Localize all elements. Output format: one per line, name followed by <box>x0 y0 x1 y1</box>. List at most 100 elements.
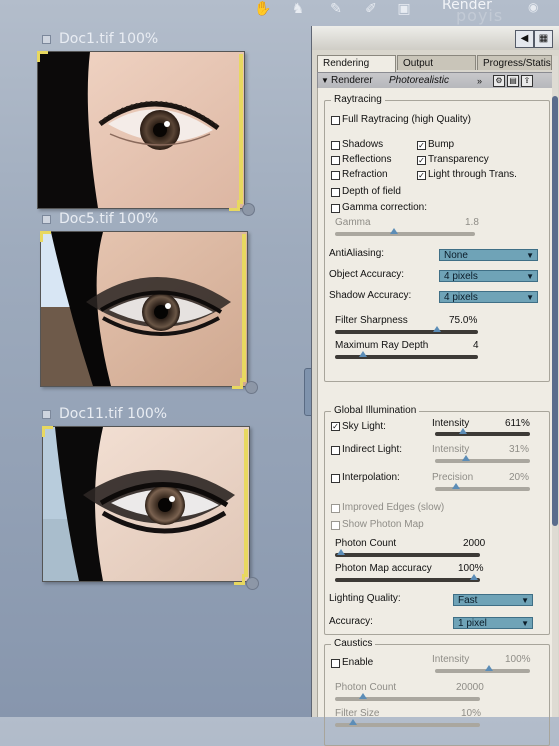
selection-edge <box>239 54 243 204</box>
max-ray-depth-value: 4 <box>473 340 479 351</box>
eye-icon[interactable]: ◉ <box>528 0 538 14</box>
collapse-triangle-icon[interactable]: ▼ <box>321 73 329 89</box>
document-image-11[interactable] <box>42 426 250 582</box>
resize-handle[interactable] <box>246 577 259 590</box>
accuracy-dropdown[interactable]: 1 pixel ▼ <box>453 617 533 629</box>
rendering-settings-body: Raytracing Full Raytracing (high Quality… <box>317 88 554 746</box>
pencil-icon[interactable]: ✐ <box>360 0 382 16</box>
tab-rendering[interactable]: Rendering <box>317 55 396 72</box>
document-image-5[interactable] <box>40 231 248 387</box>
indirect-light-checkbox[interactable] <box>331 446 340 455</box>
slider-knob[interactable] <box>462 455 470 461</box>
improved-edges-checkbox[interactable] <box>331 504 340 513</box>
caustics-intensity-slider[interactable] <box>435 665 530 673</box>
gamma-label: Gamma <box>335 217 371 228</box>
transparency-label: Transparency <box>428 154 489 165</box>
transparency-checkbox[interactable]: ✓ <box>417 156 426 165</box>
slider-knob[interactable] <box>359 693 367 699</box>
bump-checkbox[interactable]: ✓ <box>417 141 426 150</box>
interpolation-checkbox[interactable] <box>331 474 340 483</box>
settings-icon[interactable]: ⚙ <box>493 75 505 87</box>
document-image-1[interactable] <box>37 51 245 209</box>
slider-knob[interactable] <box>390 228 398 234</box>
lighting-quality-dropdown[interactable]: Fast ▼ <box>453 594 533 606</box>
depth-of-field-label: Depth of field <box>342 186 401 197</box>
refraction-checkbox[interactable] <box>331 171 340 180</box>
brush-icon[interactable]: ✎ <box>325 0 347 16</box>
full-raytracing-checkbox[interactable] <box>331 116 340 125</box>
dock-icon[interactable]: ◀ <box>515 30 534 48</box>
hand-icon[interactable]: ✋ <box>252 0 274 16</box>
bump-label: Bump <box>428 139 455 150</box>
shadows-checkbox[interactable] <box>331 141 340 150</box>
document-title[interactable]: Doc5.tif 100% <box>42 211 158 229</box>
resize-handle[interactable] <box>242 203 255 216</box>
slider-knob[interactable] <box>433 326 441 332</box>
caustics-group: Caustics Enable Intensity 100% Photon Co… <box>324 638 550 746</box>
caustics-photon-count-slider[interactable] <box>335 693 480 701</box>
chevron-down-icon: ▼ <box>521 596 529 605</box>
antialiasing-dropdown[interactable]: None ▼ <box>439 249 538 261</box>
window-menu-icon[interactable] <box>42 214 51 224</box>
filter-sharpness-label: Filter Sharpness <box>335 315 408 326</box>
selection-corner <box>229 200 240 211</box>
light-through-trans-label: Light through Trans. <box>428 169 517 180</box>
window-menu-icon[interactable] <box>42 409 51 419</box>
caustics-filter-size-value: 10% <box>461 708 482 719</box>
load-icon[interactable]: ⇪ <box>521 75 533 87</box>
selection-corner <box>37 51 48 62</box>
slider-knob[interactable] <box>459 428 467 434</box>
show-photon-map-checkbox[interactable] <box>331 521 340 530</box>
caustics-enable-checkbox[interactable] <box>331 659 340 668</box>
body-icon[interactable]: ♞ <box>287 0 309 16</box>
eye-render-image <box>41 232 247 386</box>
slider-knob[interactable] <box>349 719 357 725</box>
caustics-filter-size-label: Filter Size <box>335 708 380 719</box>
resize-handle[interactable] <box>245 381 258 394</box>
slider-knob[interactable] <box>470 574 478 580</box>
document-title[interactable]: Doc11.tif 100% <box>42 406 167 424</box>
render-title: Render <box>442 0 492 13</box>
tab-output[interactable]: Output <box>397 55 476 70</box>
panel-scrollbar[interactable] <box>552 56 558 717</box>
save-icon[interactable]: ▤ <box>507 75 519 87</box>
sky-light-checkbox[interactable]: ✓ <box>331 422 340 431</box>
tab-progress-statistics[interactable]: Progress/Statis <box>477 55 552 70</box>
photon-count-slider[interactable] <box>335 549 480 557</box>
renderer-select[interactable]: Photorealistic <box>389 73 449 89</box>
render-icon[interactable]: ▣ <box>393 0 415 16</box>
panel-options-icon[interactable]: ▦ <box>534 30 553 48</box>
panel-tabs: Rendering Output Progress/Statis <box>317 55 552 72</box>
caustics-enable-label: Enable <box>342 657 374 668</box>
window-menu-icon[interactable] <box>42 34 51 44</box>
depth-of-field-checkbox[interactable] <box>331 188 340 197</box>
precision-slider[interactable] <box>435 483 530 491</box>
object-accuracy-dropdown[interactable]: 4 pixels ▼ <box>439 270 538 282</box>
slider-knob[interactable] <box>337 549 345 555</box>
document-title[interactable]: Doc1.tif 100% <box>42 31 158 49</box>
caustics-filter-size-slider[interactable] <box>335 719 480 727</box>
gamma-slider[interactable] <box>335 228 475 236</box>
reflections-checkbox[interactable] <box>331 156 340 165</box>
light-through-trans-checkbox[interactable]: ✓ <box>417 171 426 180</box>
scrollbar-thumb[interactable] <box>552 96 558 526</box>
sky-intensity-slider[interactable] <box>435 428 530 436</box>
slider-knob[interactable] <box>485 665 493 671</box>
filter-sharpness-value: 75.0% <box>449 315 478 326</box>
object-accuracy-label: Object Accuracy: <box>329 269 405 280</box>
top-toolbar: ✋ ♞ ✎ ✐ ▣ poyis Render ◉ <box>0 0 559 25</box>
caustics-intensity-value: 100% <box>505 654 531 665</box>
indirect-intensity-slider[interactable] <box>435 455 530 463</box>
gamma-correction-checkbox[interactable] <box>331 204 340 213</box>
max-ray-depth-slider[interactable] <box>335 351 478 359</box>
slider-knob[interactable] <box>452 483 460 489</box>
gamma-correction-label: Gamma correction: <box>342 202 428 213</box>
gamma-value: 1.8 <box>465 217 479 228</box>
filter-sharpness-slider[interactable] <box>335 326 478 334</box>
photon-map-accuracy-slider[interactable] <box>335 574 480 582</box>
chevron-down-icon: ▼ <box>521 619 529 628</box>
shadow-accuracy-dropdown[interactable]: 4 pixels ▼ <box>439 291 538 303</box>
slider-knob[interactable] <box>359 351 367 357</box>
chevron-down-icon[interactable]: » <box>477 73 482 89</box>
eye-render-image <box>38 52 244 208</box>
